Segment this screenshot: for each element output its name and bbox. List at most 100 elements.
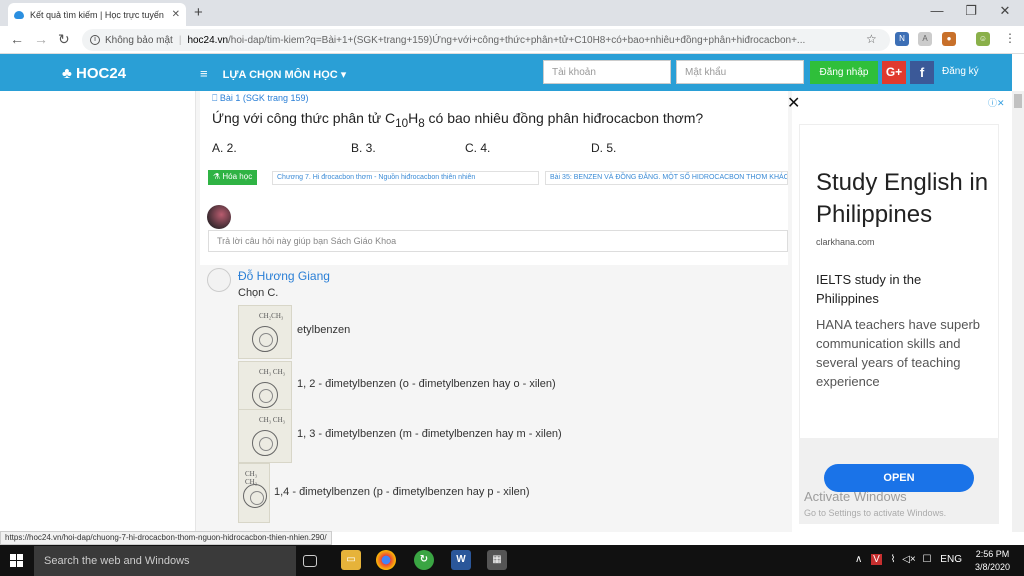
browser-tab[interactable]: Kết quả tìm kiếm | Học trực tuyến ✕ — [8, 3, 186, 26]
task-view-icon[interactable] — [303, 555, 317, 567]
taskbar-search[interactable]: Search the web and Windows — [34, 546, 296, 576]
notification-icon[interactable]: ☐ — [923, 554, 932, 565]
answer-author[interactable]: Đỗ Hương Giang — [238, 269, 330, 283]
password-input[interactable]: Mật khẩu — [676, 60, 804, 84]
extension-icon[interactable]: ● — [942, 32, 956, 46]
chevron-up-icon[interactable]: ∧ — [855, 554, 862, 565]
hamburger-icon: ≡ — [200, 66, 208, 81]
clock-time: 2:56 PM — [975, 549, 1010, 559]
left-sidebar — [0, 91, 196, 532]
subject-tag-label: Hóa học — [222, 172, 253, 181]
activate-windows-title: Activate Windows — [804, 489, 907, 504]
close-icon[interactable]: ✕ — [787, 93, 800, 113]
compound-name: 1,4 - đimetylbenzen (p - đimetylbenzen h… — [274, 486, 530, 498]
benzene-ring — [252, 430, 278, 456]
ad-title[interactable]: Study English in Philippines — [816, 167, 996, 231]
question-text-part: H — [408, 110, 419, 126]
compound-name: etylbenzen — [297, 324, 351, 336]
site-logo[interactable]: ♣ HOC24 — [62, 65, 126, 82]
option-d: D. 5. — [591, 141, 617, 155]
ad-open-button[interactable]: OPEN — [824, 464, 974, 492]
chrome-icon[interactable] — [376, 550, 396, 570]
forward-icon[interactable]: → — [34, 31, 48, 47]
separator: | — [178, 34, 182, 46]
subject-menu-label: LỰA CHỌN MÔN HỌC — [222, 69, 338, 81]
compound-name: 1, 3 - đimetylbenzen (m - đimetylbenzen … — [297, 428, 562, 440]
app-icon[interactable]: ▦ — [487, 550, 507, 570]
ad-subtitle: IELTS study in the Philippines — [816, 272, 922, 306]
structure-image: CH₃ CH₃ — [238, 463, 270, 523]
more-menu-icon[interactable]: ⋮ — [1004, 31, 1016, 45]
language-label[interactable]: ENG — [940, 554, 962, 565]
system-tray[interactable]: ∧ V ⌇ ◁× ☐ ENG — [855, 554, 962, 565]
new-tab-button[interactable]: + — [194, 4, 203, 21]
question-text-part: có bao nhiêu đồng phân hiđrocacbon thơm? — [424, 110, 704, 126]
restore-icon[interactable]: ❐ — [956, 3, 986, 19]
question-text-part: Ứng với công thức phân tử C — [212, 110, 396, 126]
tree-icon: ♣ — [62, 65, 72, 82]
back-icon[interactable]: ← — [10, 31, 24, 47]
url-host: hoc24.vn — [187, 34, 229, 46]
logo-text: HOC24 — [76, 65, 127, 82]
extension-icon[interactable]: A — [918, 32, 932, 46]
minimize-icon[interactable]: — — [922, 3, 952, 18]
flask-icon: ⚗ — [213, 172, 221, 181]
adchoices-icon[interactable]: ⓘ✕ — [988, 96, 1005, 109]
subscript: 10 — [395, 116, 409, 130]
close-tab-icon[interactable]: ✕ — [172, 9, 180, 20]
structure-formula: CH₃ CH₃ — [259, 416, 286, 424]
structure-image: CH₂CH₃ — [238, 305, 292, 359]
structure-image: CH₃ CH₃ — [238, 361, 292, 415]
caret-down-icon: ▾ — [340, 69, 347, 81]
question-text: Ứng với công thức phân tử C10H8 có bao n… — [212, 110, 703, 130]
structure-formula: CH₃ CH₃ — [259, 368, 286, 376]
vpn-icon[interactable]: V — [871, 554, 882, 565]
volume-icon[interactable]: ◁× — [902, 554, 916, 565]
account-input[interactable]: Tài khoản — [543, 60, 671, 84]
benzene-ring — [252, 326, 278, 352]
profile-icon[interactable]: ☺ — [976, 32, 990, 46]
windows-start-icon[interactable] — [10, 554, 24, 568]
reply-input[interactable]: Trả lời câu hỏi này giúp bạn Sách Giáo K… — [208, 230, 788, 252]
network-icon[interactable]: ⌇ — [891, 554, 896, 565]
extension-icon[interactable]: N — [895, 32, 909, 46]
bookmark-icon: ⎕ — [212, 93, 218, 103]
scrollbar[interactable] — [1012, 91, 1024, 532]
answer-avatar — [207, 268, 231, 292]
tab-title: Kết quả tìm kiếm | Học trực tuyến — [30, 9, 164, 20]
clock[interactable]: 2:56 PM 3/8/2020 — [975, 548, 1010, 574]
coccoc-icon[interactable]: ↻ — [414, 550, 434, 570]
option-c: C. 4. — [465, 141, 491, 155]
ad-body: HANA teachers have superb communication … — [816, 317, 981, 389]
google-plus-button[interactable]: G+ — [882, 61, 906, 84]
facebook-button[interactable]: f — [910, 61, 934, 84]
activate-windows-subtitle: Go to Settings to activate Windows. — [804, 508, 947, 518]
answer-text: Chọn C. — [238, 287, 279, 299]
option-b: B. 3. — [351, 141, 376, 155]
security-label: Không bảo mật — [105, 34, 173, 46]
ad-domain: clarkhana.com — [816, 237, 875, 247]
address-bar[interactable]: i Không bảo mật | hoc24.vn /hoi-dap/tim-… — [82, 29, 890, 51]
word-icon[interactable]: W — [451, 550, 471, 570]
login-button[interactable]: Đăng nhập — [810, 61, 878, 84]
scrollbar-thumb[interactable] — [1014, 94, 1022, 108]
subject-tag[interactable]: ⚗ Hóa học — [208, 170, 258, 185]
status-url: https://hoc24.vn/hoi-dap/chuong-7-hi-dro… — [0, 531, 332, 545]
structure-image: CH₃ CH₃ — [238, 409, 292, 463]
benzene-ring — [243, 484, 267, 508]
close-window-icon[interactable]: ✕ — [990, 3, 1020, 19]
info-icon[interactable]: i — [90, 35, 100, 45]
subject-menu[interactable]: ≡ LỰA CHỌN MÔN HỌC ▾ — [200, 66, 346, 81]
cloud-icon — [14, 10, 24, 19]
chapter-tag[interactable]: Chương 7. Hi đrocacbon thơm - Nguồn hiđr… — [272, 171, 539, 185]
clock-date: 3/8/2020 — [975, 562, 1011, 572]
compound-name: 1, 2 - đimetylbenzen (o - đimetylbenzen … — [297, 378, 556, 390]
question-source-label: Bài 1 (SGK trang 159) — [219, 93, 309, 103]
question-source[interactable]: ⎕ Bài 1 (SGK trang 159) — [212, 93, 308, 104]
file-explorer-icon[interactable]: ▭ — [341, 550, 361, 570]
lesson-tag[interactable]: Bài 35: BENZEN VÀ ĐỒNG ĐẲNG. MỘT SỐ HIDR… — [545, 171, 788, 185]
reload-icon[interactable]: ↻ — [58, 31, 70, 48]
benzene-ring — [252, 382, 278, 408]
star-icon[interactable]: ☆ — [866, 32, 877, 46]
register-link[interactable]: Đăng ký — [942, 66, 979, 77]
